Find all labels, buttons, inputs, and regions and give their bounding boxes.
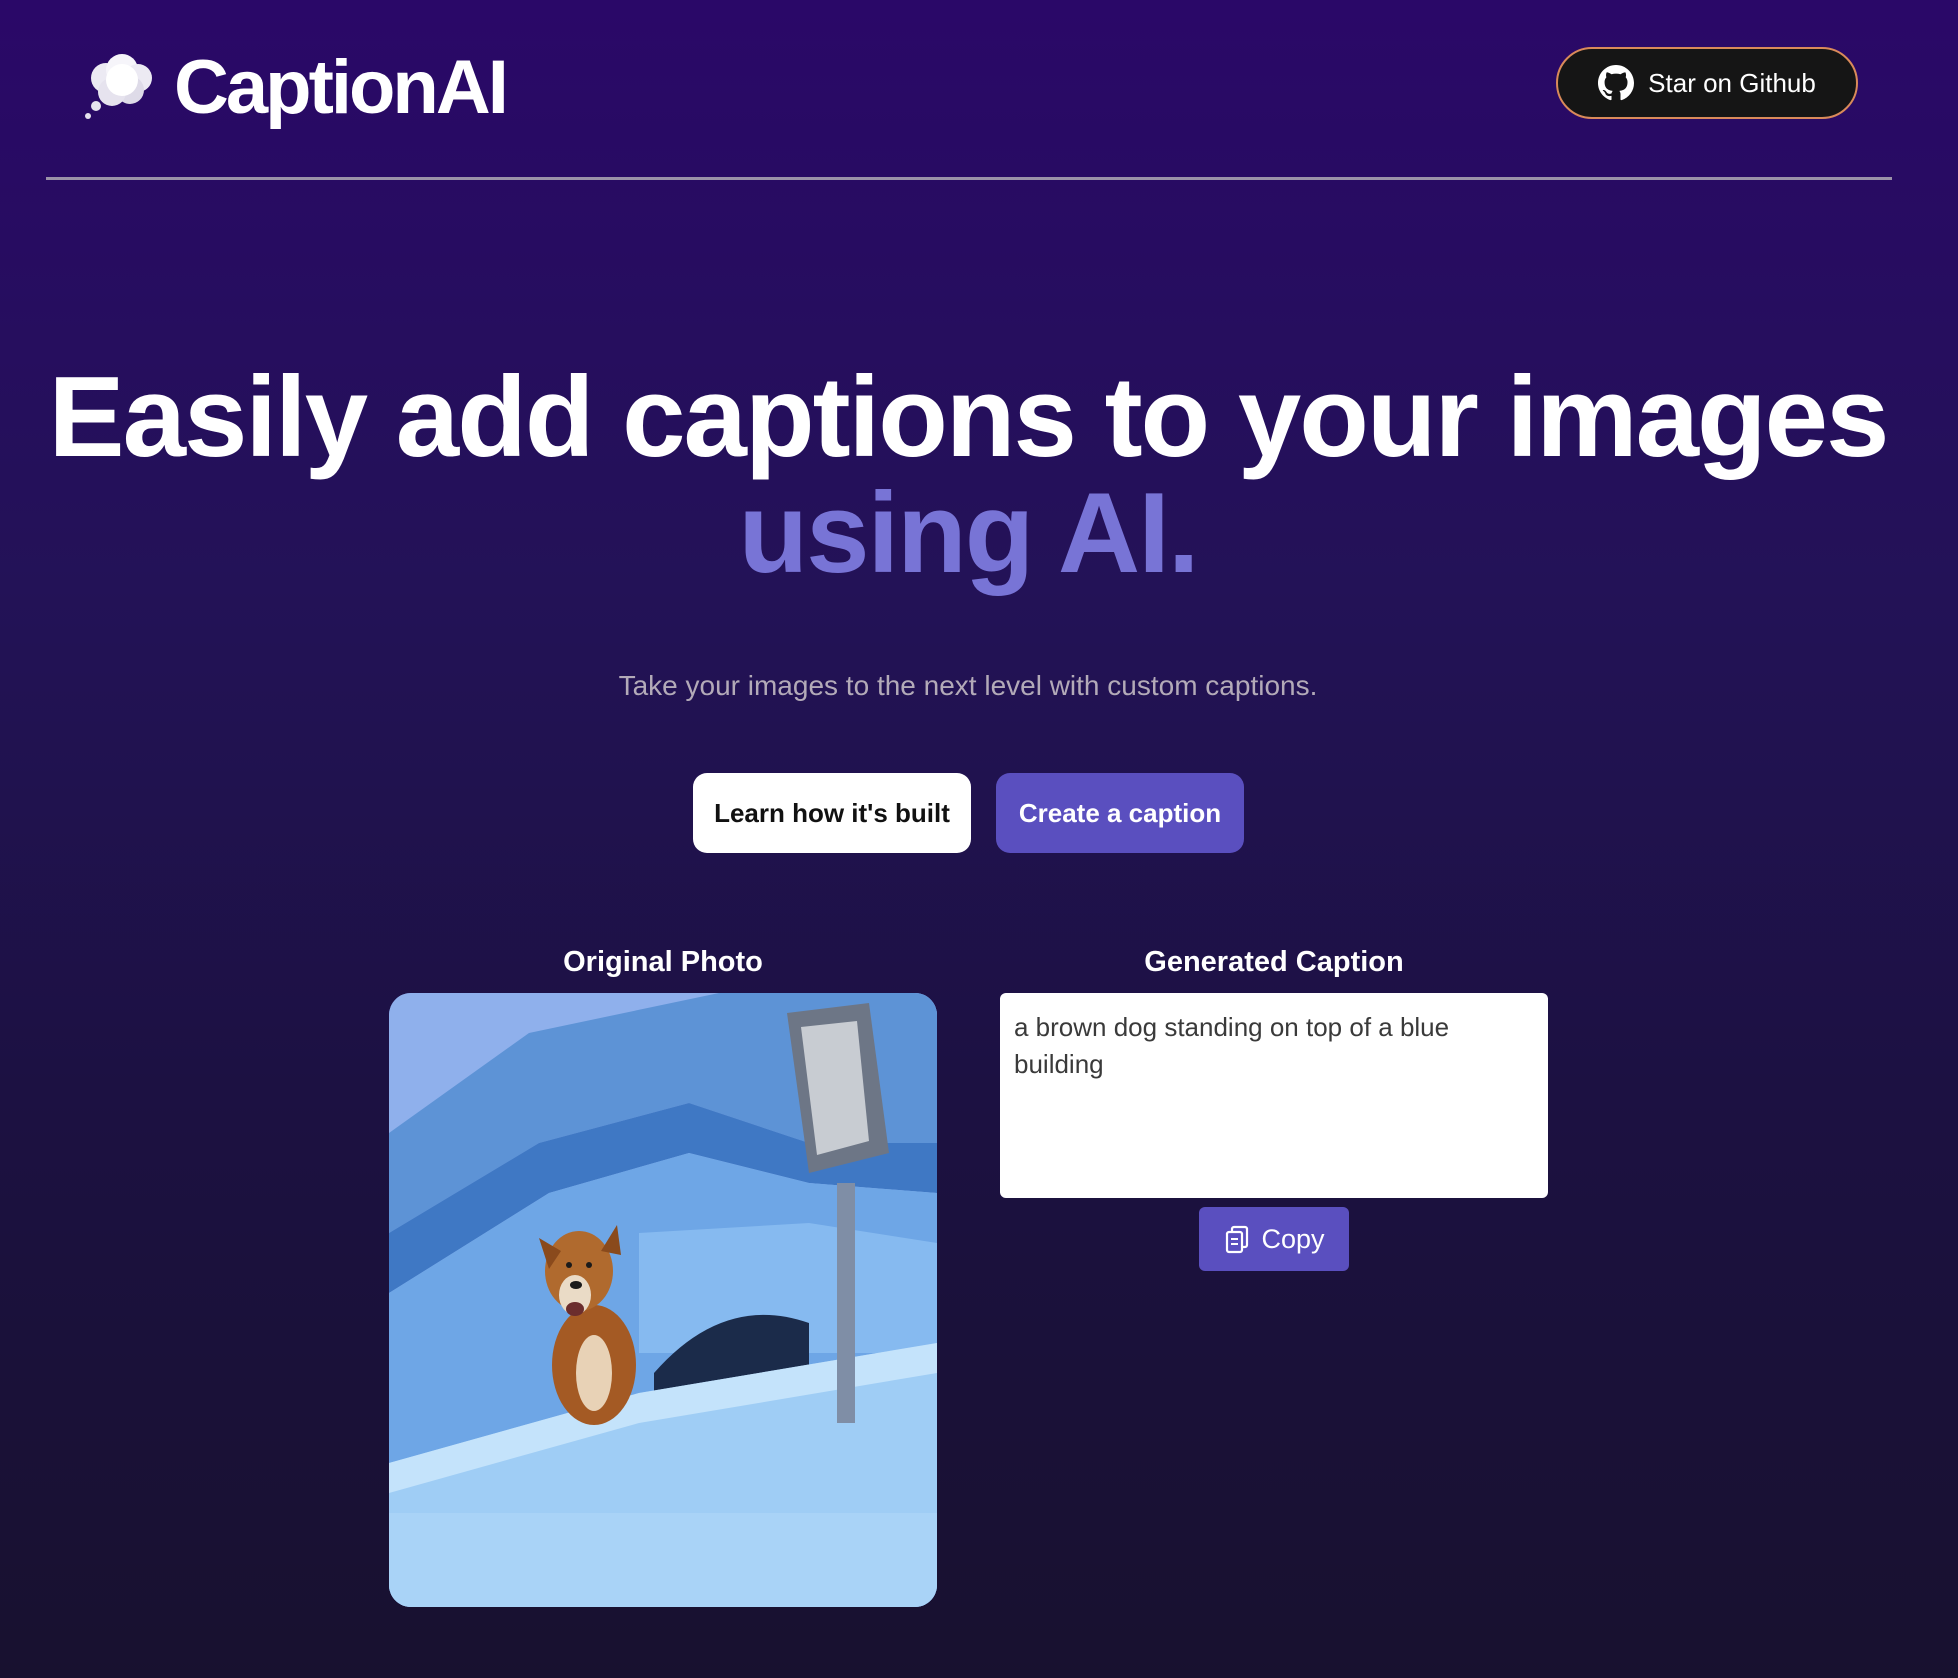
original-photo <box>389 993 937 1607</box>
original-photo-label: Original Photo <box>563 946 763 978</box>
generated-caption-textarea[interactable]: a brown dog standing on top of a blue bu… <box>1000 993 1548 1198</box>
star-on-github-button[interactable]: Star on Github <box>1556 47 1858 119</box>
thought-cloud-icon <box>82 50 158 120</box>
hero-title-main: Easily add captions to your images <box>48 354 1890 481</box>
hero-title-accent: using AI. <box>738 470 1199 597</box>
copy-button-label: Copy <box>1261 1223 1325 1254</box>
create-caption-button[interactable]: Create a caption <box>996 773 1244 853</box>
hero-title: Easily add captions to your images using… <box>0 360 1936 592</box>
copy-button[interactable]: Copy <box>1199 1207 1349 1271</box>
clipboard-icon <box>1223 1224 1251 1254</box>
site-header: CaptionAI Star on Github <box>46 0 1892 180</box>
generated-caption-label: Generated Caption <box>1144 946 1404 978</box>
github-button-label: Star on Github <box>1648 67 1816 98</box>
learn-how-its-built-button[interactable]: Learn how it's built <box>693 773 971 853</box>
brand-name[interactable]: CaptionAI <box>174 44 509 132</box>
hero-subtitle: Take your images to the next level with … <box>618 670 1318 701</box>
github-icon <box>1598 65 1635 101</box>
